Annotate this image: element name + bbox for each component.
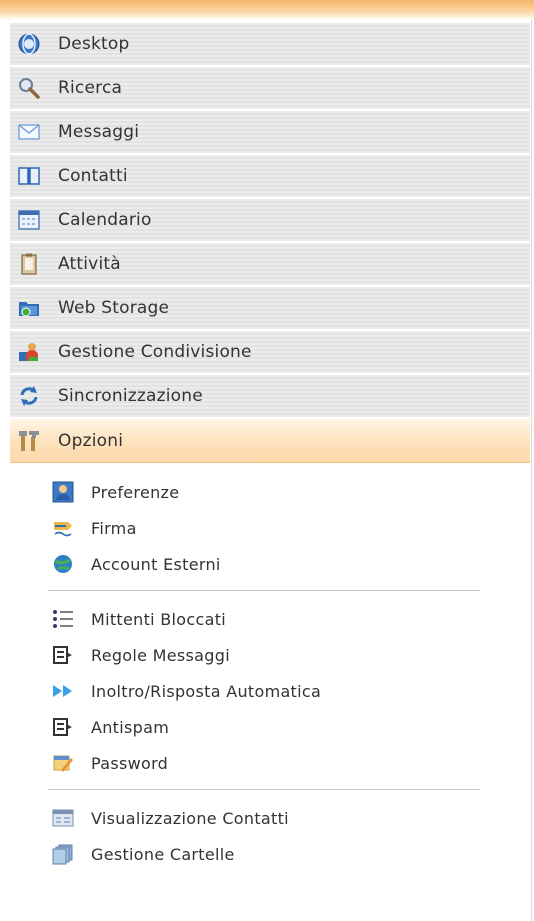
calendar-icon: [16, 207, 42, 233]
search-magnifier-icon: [16, 75, 42, 101]
pen-signature-icon: [52, 517, 74, 539]
nav-item-label: Messaggi: [58, 122, 140, 142]
option-label: Password: [91, 753, 169, 773]
nav-item-contatti[interactable]: Contatti: [10, 155, 530, 199]
panel-border: [531, 20, 532, 921]
desktop-globe-icon: [16, 31, 42, 57]
web-storage-folder-icon: [16, 295, 42, 321]
nav-item-messaggi[interactable]: Messaggi: [10, 111, 530, 155]
nav-item-label: Opzioni: [58, 430, 124, 451]
option-gestione-cartelle[interactable]: Gestione Cartelle: [10, 836, 530, 872]
rules-icon: [52, 644, 74, 666]
option-firma[interactable]: Firma: [10, 510, 530, 546]
option-password[interactable]: Password: [10, 745, 530, 781]
option-label: Gestione Cartelle: [91, 844, 235, 864]
nav-item-label: Attività: [58, 254, 121, 274]
folders-icon: [52, 843, 74, 865]
option-label: Inoltro/Risposta Automatica: [91, 681, 322, 701]
tools-icon: [16, 428, 42, 454]
password-key-icon: [52, 752, 74, 774]
task-clipboard-icon: [16, 251, 42, 277]
navigation-panel: Desktop Ricerca Messaggi Contatti Calend…: [0, 0, 534, 921]
sharing-people-icon: [16, 339, 42, 365]
nav-item-label: Contatti: [58, 166, 128, 186]
envelope-icon: [16, 119, 42, 145]
option-visualizzazione-contatti[interactable]: Visualizzazione Contatti: [10, 800, 530, 836]
nav-item-sincronizzazione[interactable]: Sincronizzazione: [10, 375, 530, 419]
option-antispam[interactable]: Antispam: [10, 709, 530, 745]
main-nav: Desktop Ricerca Messaggi Contatti Calend…: [10, 23, 530, 463]
sync-arrows-icon: [16, 383, 42, 409]
nav-item-opzioni[interactable]: Opzioni: [10, 419, 530, 463]
nav-item-web-storage[interactable]: Web Storage: [10, 287, 530, 331]
nav-item-label: Sincronizzazione: [58, 386, 203, 406]
forward-arrows-icon: [52, 680, 74, 702]
nav-item-attivita[interactable]: Attività: [10, 243, 530, 287]
antispam-icon: [52, 716, 74, 738]
option-label: Mittenti Bloccati: [91, 609, 227, 629]
nav-item-label: Desktop: [58, 34, 130, 54]
option-mittenti-bloccati[interactable]: Mittenti Bloccati: [10, 601, 530, 637]
option-preferenze[interactable]: Preferenze: [10, 474, 530, 510]
option-label: Visualizzazione Contatti: [91, 808, 289, 828]
option-regole-messaggi[interactable]: Regole Messaggi: [10, 637, 530, 673]
nav-item-desktop[interactable]: Desktop: [10, 23, 530, 67]
address-book-icon: [16, 163, 42, 189]
options-submenu: Preferenze Firma Account Esterni Mittent…: [10, 474, 530, 872]
option-label: Preferenze: [91, 482, 180, 502]
contacts-view-icon: [52, 807, 74, 829]
option-label: Regole Messaggi: [91, 645, 230, 665]
nav-item-calendario[interactable]: Calendario: [10, 199, 530, 243]
top-accent-bar: [0, 0, 534, 20]
option-label: Firma: [91, 518, 137, 538]
nav-item-label: Calendario: [58, 210, 152, 230]
nav-item-gestione-condivisione[interactable]: Gestione Condivisione: [10, 331, 530, 375]
divider: [48, 789, 480, 790]
option-label: Antispam: [91, 717, 170, 737]
option-inoltro-risposta[interactable]: Inoltro/Risposta Automatica: [10, 673, 530, 709]
nav-item-ricerca[interactable]: Ricerca: [10, 67, 530, 111]
nav-item-label: Gestione Condivisione: [58, 342, 252, 362]
external-accounts-globe-icon: [52, 553, 74, 575]
option-label: Account Esterni: [91, 554, 221, 574]
option-account-esterni[interactable]: Account Esterni: [10, 546, 530, 582]
blocked-list-icon: [52, 608, 74, 630]
user-card-icon: [52, 481, 74, 503]
nav-item-label: Web Storage: [58, 298, 170, 318]
nav-item-label: Ricerca: [58, 78, 123, 98]
divider: [48, 590, 480, 591]
